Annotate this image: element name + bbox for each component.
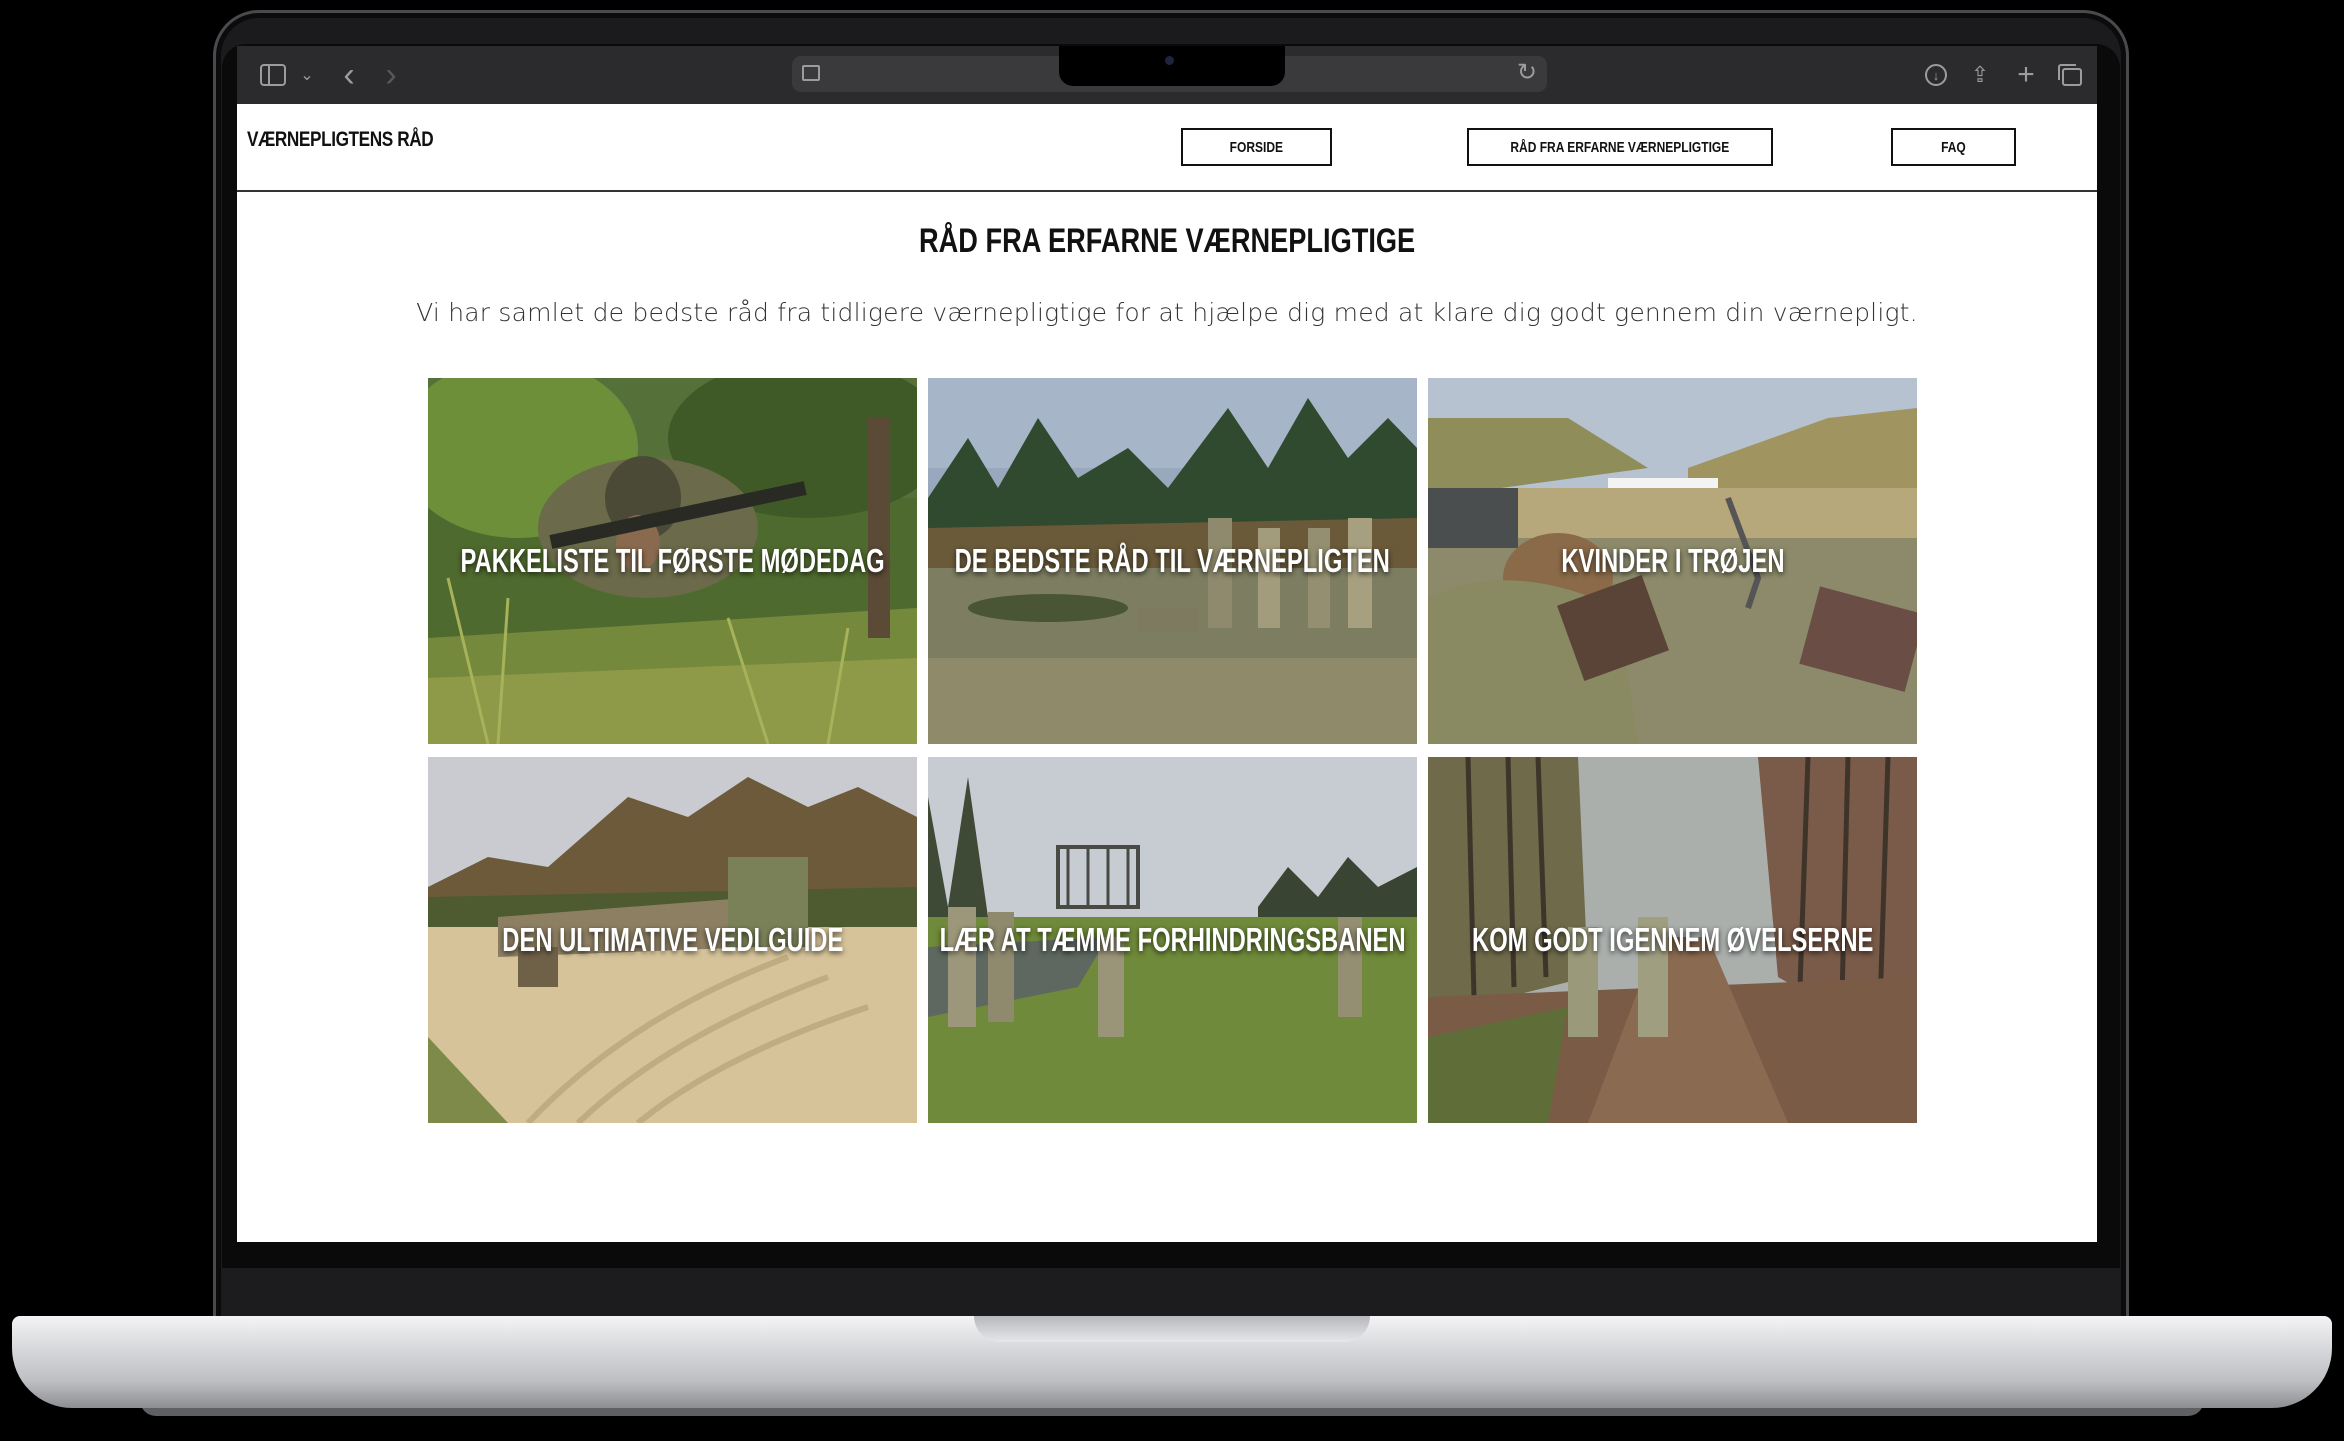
forward-arrow-icon[interactable]: › [379,56,403,94]
card-kvinder[interactable]: KVINDER I TRØJEN [1428,378,1917,744]
page-title-text: RÅD FRA ERFARNE VÆRNEPLIGTIGE [918,222,1416,260]
card-forhindringsbanen[interactable]: LÆR AT TÆMME FORHINDRINGSBANEN [928,757,1417,1123]
screen: ⌄ ‹ › ↻ ↓ ⇪ + VÆRNEPLIGTENS RÅD FORSIDE … [237,46,2097,1242]
card-label-text: LÆR AT TÆMME FORHINDRINGSBANEN [939,921,1406,958]
card-label: KVINDER I TRØJEN [1428,378,1917,744]
share-icon[interactable]: ⇪ [1966,60,1994,90]
tab-overview-icon[interactable] [2056,60,2084,90]
card-label-text: DE BEDSTE RÅD TIL VÆRNEPLIGTEN [954,542,1391,579]
site-logo[interactable]: VÆRNEPLIGTENS RÅD [247,128,434,152]
card-oevelserne[interactable]: KOM GODT IGENNEM ØVELSERNE [1428,757,1917,1123]
card-label: PAKKELISTE TIL FØRSTE MØDEDAG [428,378,917,744]
new-tab-icon[interactable]: + [2012,58,2040,91]
page-menu-icon[interactable] [802,65,820,81]
download-icon[interactable]: ↓ [1922,60,1950,90]
nav-forside-button[interactable]: FORSIDE [1181,128,1332,166]
page-title: RÅD FRA ERFARNE VÆRNEPLIGTIGE [237,222,2097,261]
card-label: DE BEDSTE RÅD TIL VÆRNEPLIGTEN [928,378,1417,744]
site-header: VÆRNEPLIGTENS RÅD FORSIDE RÅD FRA ERFARN… [237,104,2097,192]
card-vedlguide[interactable]: DEN ULTIMATIVE VEDLGUIDE [428,757,917,1123]
card-label: DEN ULTIMATIVE VEDLGUIDE [428,757,917,1123]
nav-faq-button[interactable]: FAQ [1891,128,2016,166]
reload-icon[interactable]: ↻ [1517,58,1537,87]
page-intro: Vi har samlet de bedste råd fra tidliger… [416,298,1918,327]
card-label-text: DEN ULTIMATIVE VEDLGUIDE [501,921,844,958]
nav-label: FAQ [1941,138,1966,156]
laptop-chin [222,1268,2120,1318]
nav-label: FORSIDE [1229,138,1284,156]
chevron-down-icon[interactable]: ⌄ [299,60,315,90]
browser-toolbar: ⌄ ‹ › ↻ ↓ ⇪ + [237,46,2097,104]
card-label-text: KOM GODT IGENNEM ØVELSERNE [1471,921,1874,958]
card-bedste-raad[interactable]: DE BEDSTE RÅD TIL VÆRNEPLIGTEN [928,378,1417,744]
back-arrow-icon[interactable]: ‹ [337,56,361,94]
card-label: LÆR AT TÆMME FORHINDRINGSBANEN [928,757,1417,1123]
card-label: KOM GODT IGENNEM ØVELSERNE [1428,757,1917,1123]
card-label-text: KVINDER I TRØJEN [1560,542,1785,579]
camera-icon [1165,56,1174,65]
sidebar-toggle-icon[interactable] [259,60,287,90]
nav-raad-button[interactable]: RÅD FRA ERFARNE VÆRNEPLIGTIGE [1467,128,1773,166]
camera-notch [1059,46,1285,86]
nav-label: RÅD FRA ERFARNE VÆRNEPLIGTIGE [1510,138,1730,156]
laptop-opening-groove [974,1316,1370,1342]
card-label-text: PAKKELISTE TIL FØRSTE MØDEDAG [460,542,885,579]
card-pakkeliste[interactable]: PAKKELISTE TIL FØRSTE MØDEDAG [428,378,917,744]
